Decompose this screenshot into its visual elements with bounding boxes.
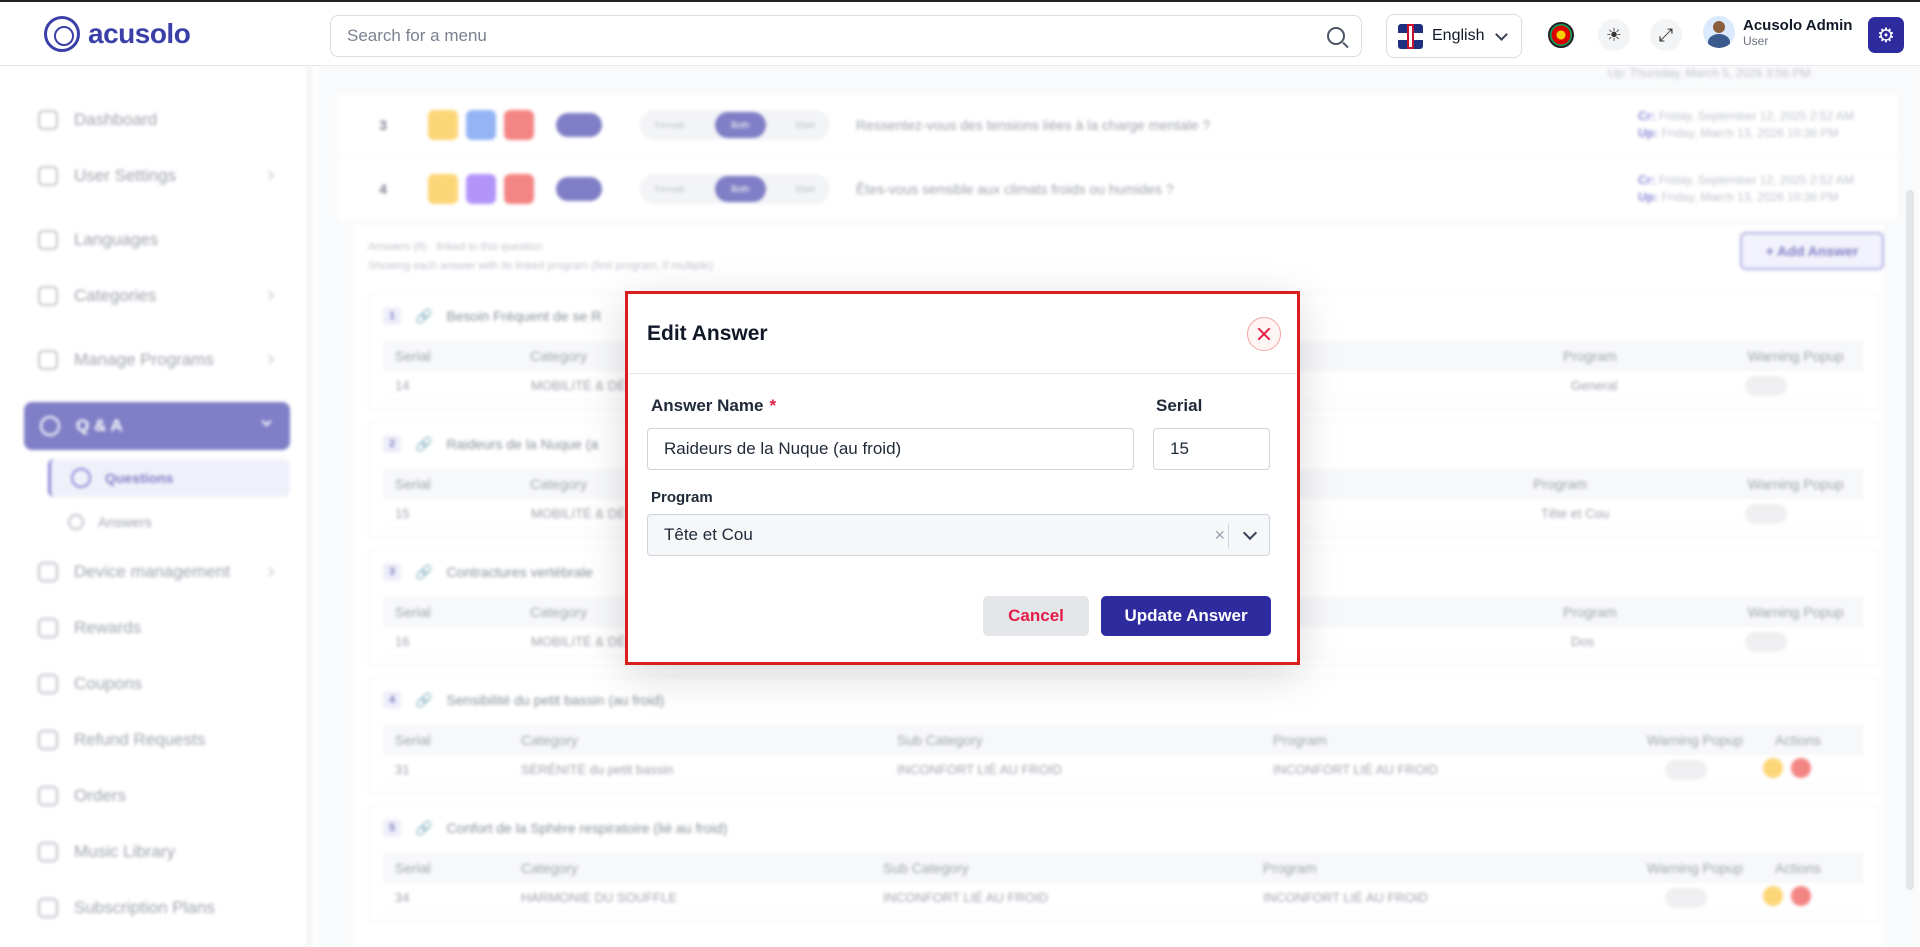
chevron-down-icon (1495, 27, 1509, 41)
language-selector[interactable]: English (1386, 14, 1522, 58)
serial-label: Serial (1156, 396, 1203, 415)
search-bar (330, 15, 1362, 57)
program-select[interactable]: Tête et Cou × (647, 514, 1270, 556)
required-mark: * (769, 396, 777, 415)
sun-icon[interactable]: ☀ (1598, 19, 1630, 51)
answer-name-field[interactable] (647, 428, 1134, 470)
user-menu[interactable]: Acusolo Admin User (1703, 16, 1852, 48)
serial-field[interactable] (1153, 428, 1270, 470)
logo-icon (44, 16, 80, 52)
language-label: English (1432, 27, 1485, 44)
search-input[interactable] (347, 26, 1247, 46)
answer-name-label-text: Answer Name (651, 396, 764, 415)
edit-answer-modal: Edit Answer Answer Name* Serial Program … (625, 291, 1300, 665)
update-answer-button[interactable]: Update Answer (1101, 596, 1271, 636)
close-icon[interactable] (1247, 316, 1281, 351)
user-role: User (1743, 33, 1769, 48)
program-label: Program (651, 489, 713, 506)
logo[interactable]: acusolo (44, 16, 191, 52)
top-bar: acusolo English ☀ ⤢ Acusolo Admin User ⚙ (0, 0, 1920, 66)
clear-icon[interactable]: × (1214, 525, 1225, 546)
portugal-flag-icon[interactable] (1548, 22, 1574, 48)
answer-name-label: Answer Name * (651, 396, 776, 416)
chevron-down-icon[interactable] (1242, 525, 1258, 541)
avatar (1703, 16, 1735, 48)
gear-icon: ⚙ (1877, 24, 1895, 47)
select-divider (1228, 524, 1229, 548)
fullscreen-icon[interactable]: ⤢ (1650, 19, 1682, 51)
settings-button[interactable]: ⚙ (1868, 17, 1904, 53)
search-icon[interactable] (1327, 27, 1345, 45)
program-selected-value: Tête et Cou (664, 525, 753, 544)
uk-flag-icon (1398, 23, 1423, 49)
cancel-button[interactable]: Cancel (983, 596, 1089, 636)
modal-title: Edit Answer (647, 321, 768, 345)
modal-header: Edit Answer (628, 294, 1297, 374)
user-name: Acusolo Admin (1743, 16, 1853, 34)
logo-text: acusolo (88, 18, 191, 49)
